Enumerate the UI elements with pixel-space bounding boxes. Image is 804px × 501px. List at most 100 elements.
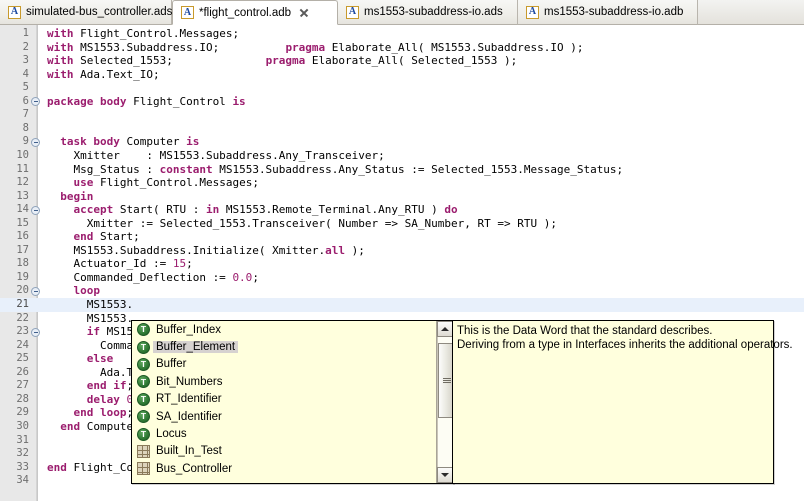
editor-tab-2[interactable]: Ams1553-subaddress-io.ads [338,0,518,25]
code-text: Actuator_Id := 15; [47,257,193,271]
code-line-4[interactable]: 4 with Ada.Text_IO; [0,68,804,82]
code-text: Msg_Status : constant MS1553.Subaddress.… [47,162,624,176]
code-line-17[interactable]: 17 MS1553.Subaddress.Initialize( Xmitter… [0,244,804,258]
completion-item-label: Buffer_Index [156,323,222,336]
completion-item-label: RT_Identifier [156,393,222,406]
editor-tab-0[interactable]: Asimulated-bus_controller.ads [0,0,172,25]
completion-item[interactable]: Buffer_Index [132,321,437,338]
ide-editor-window: Asimulated-bus_controller.ads A *flight_co… [0,0,804,501]
code-line-13[interactable]: 13 begin [0,190,804,204]
code-line-5[interactable]: 5 [0,81,804,95]
code-text: task body Computer is [60,135,200,149]
line-number: 29 [16,406,29,419]
code-line-9[interactable]: 9 task body Computer is [0,135,804,149]
scroll-up-button[interactable] [437,321,453,337]
line-number: 15 [16,216,29,229]
completion-item-label: Bit_Numbers [156,375,223,388]
code-line-18[interactable]: 18 Actuator_Id := 15; [0,257,804,271]
type-icon [137,427,150,441]
type-icon [137,357,150,371]
scrollbar-track[interactable] [437,337,454,467]
line-number: 26 [16,365,29,378]
line-number: 19 [16,270,29,283]
code-text: package body Flight_Control is [47,94,246,108]
code-text: Ada.T [47,365,134,379]
completion-item[interactable]: Buffer_Element [132,338,437,355]
line-number: 22 [16,311,29,324]
code-text: with Ada.Text_IO; [47,67,160,81]
code-line-21[interactable]: 21 MS1553. [0,298,804,312]
completion-item[interactable]: Built_In_Test [132,443,437,460]
tooltip-line-1: This is the Data Word that the standard … [457,325,713,337]
close-icon[interactable] [298,7,309,18]
type-icon [137,410,150,424]
type-icon [137,375,150,389]
line-number: 10 [16,148,29,161]
line-number: 16 [16,230,29,243]
fold-collapse-icon[interactable] [31,286,40,296]
autocomplete-scrollbar[interactable] [436,321,454,483]
package-icon [137,444,150,458]
code-text: MS1553. [47,311,134,325]
type-icon [137,323,150,337]
ada-file-icon: A [8,5,21,19]
line-number: 25 [16,352,29,365]
line-number: 2 [22,40,29,53]
line-number: 11 [16,162,29,175]
code-text: loop [73,284,101,298]
editor-tab-label: simulated-bus_controller.ads [26,6,173,18]
line-number: 6 [22,94,29,107]
scroll-down-button[interactable] [437,467,453,483]
completion-item-label: Locus [156,428,187,441]
line-number: 12 [16,176,29,189]
code-text: Xmitter := Selected_1553.Transceiver( Nu… [47,216,557,230]
code-text: end if; [86,379,134,393]
editor-tab-1[interactable]: A *flight_control.adb [172,0,338,25]
completion-item-label: Bus_Controller [156,462,233,475]
code-text: begin [60,189,94,203]
code-line-14[interactable]: 14 accept Start( RTU : in MS1553.Remote_… [0,203,804,217]
code-line-15[interactable]: 15 Xmitter := Selected_1553.Transceiver(… [0,217,804,231]
editor-tab-label: *flight_control.adb [199,6,292,19]
code-text: Xmitter : MS1553.Subaddress.Any_Transcei… [47,148,385,162]
code-line-12[interactable]: 12 use Flight_Control.Messages; [0,176,804,190]
code-line-6[interactable]: 6 package body Flight_Control is [0,95,804,109]
code-line-2[interactable]: 2 with MS1553.Subaddress.IO; pragma Elabo… [0,41,804,55]
code-text: end loop; [73,406,134,420]
editor-tab-label: ms1553-subaddress-io.adb [544,6,684,18]
completion-item[interactable]: RT_Identifier [132,391,437,408]
code-text: with Flight_Control.Messages; [47,27,240,40]
completion-item[interactable]: Bit_Numbers [132,373,437,390]
line-number: 4 [22,67,29,80]
completion-item-label: Buffer_Element [153,341,239,354]
editor-tab-3[interactable]: Ams1553-subaddress-io.adb [518,0,698,25]
fold-collapse-icon[interactable] [31,327,40,337]
autocomplete-popup[interactable]: Buffer_Index Buffer_Element Buffer Bit_Numb… [131,320,454,484]
code-line-1[interactable]: 1 with Flight_Control.Messages; [0,27,804,41]
completion-item[interactable]: Bus_Controller [132,460,437,477]
autocomplete-list[interactable]: Buffer_Index Buffer_Element Buffer Bit_Numb… [132,321,437,483]
line-number: 23 [16,325,29,338]
code-line-19[interactable]: 19 Commanded_Deflection := 0.0; [0,271,804,285]
code-text: MS1553.Subaddress.Initialize( Xmitter.al… [47,243,365,257]
code-line-11[interactable]: 11 Msg_Status : constant MS1553.Subaddre… [0,163,804,177]
code-line-10[interactable]: 10 Xmitter : MS1553.Subaddress.Any_Trans… [0,149,804,163]
fold-collapse-icon[interactable] [31,137,40,147]
code-line-7[interactable]: 7 [0,108,804,122]
code-text: Commanded_Deflection := 0.0; [47,270,259,284]
line-number: 9 [22,135,29,148]
code-line-3[interactable]: 3 with Selected_1553; pragma Elaborate_Al… [0,54,804,68]
completion-item[interactable]: Locus [132,425,437,442]
line-number: 3 [22,54,29,67]
line-number: 1 [22,27,29,39]
code-text: with MS1553.Subaddress.IO; pragma Elabor… [47,40,584,54]
code-line-16[interactable]: 16 end Start; [0,230,804,244]
code-line-20[interactable]: 20 loop [0,284,804,298]
completion-item[interactable]: SA_Identifier [132,408,437,425]
ada-file-icon: A [181,6,194,19]
fold-collapse-icon[interactable] [31,97,40,107]
fold-collapse-icon[interactable] [31,205,40,215]
code-text: end Start; [73,230,140,244]
code-line-8[interactable]: 8 [0,122,804,136]
completion-item[interactable]: Buffer [132,356,437,373]
